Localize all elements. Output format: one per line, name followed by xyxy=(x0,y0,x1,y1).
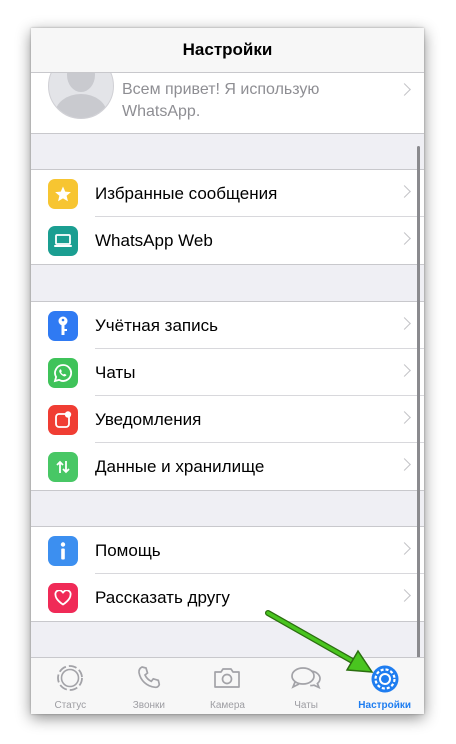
phone-icon xyxy=(138,666,161,689)
profile-row[interactable]: Всем привет! Я использую WhatsApp. xyxy=(31,73,424,134)
chevron-right-icon xyxy=(398,232,411,245)
info-icon xyxy=(48,536,78,566)
settings-item-label: Уведомления xyxy=(95,409,202,429)
tab-status[interactable]: Статус xyxy=(31,658,110,714)
tab-bar: Статус Звонки Камера Чаты Настройки xyxy=(31,657,424,714)
star-icon xyxy=(48,179,78,209)
tab-chats[interactable]: Чаты xyxy=(267,658,346,714)
settings-item-label: Помощь xyxy=(95,540,161,560)
tab-label: Настройки xyxy=(358,700,412,711)
settings-group-3: Помощь Рассказать другу xyxy=(31,526,424,622)
chevron-right-icon xyxy=(398,458,411,471)
heart-icon xyxy=(48,583,78,613)
settings-item-label: Рассказать другу xyxy=(95,587,230,607)
settings-item-tell-friend[interactable]: Рассказать другу xyxy=(31,574,424,621)
chevron-right-icon xyxy=(398,317,411,330)
settings-item-data-storage[interactable]: Данные и хранилище xyxy=(31,443,424,490)
chevron-right-icon xyxy=(398,589,411,602)
settings-item-label: Данные и хранилище xyxy=(95,456,265,476)
tab-label: Чаты xyxy=(294,700,318,711)
settings-item-whatsapp-web[interactable]: WhatsApp Web xyxy=(31,217,424,264)
whatsapp-icon xyxy=(48,358,78,388)
chevron-right-icon xyxy=(398,185,411,198)
camera-icon xyxy=(214,668,241,688)
chat-bubbles-icon xyxy=(291,667,321,690)
navigation-bar: Настройки xyxy=(31,28,424,73)
settings-item-starred-messages[interactable]: Избранные сообщения xyxy=(31,170,424,217)
tab-calls[interactable]: Звонки xyxy=(110,658,189,714)
settings-group-2: Учётная запись Чаты Уведомления Данные и xyxy=(31,301,424,491)
settings-item-chats[interactable]: Чаты xyxy=(31,349,424,396)
status-icon xyxy=(57,665,84,691)
laptop-icon xyxy=(48,226,78,256)
settings-group-1: Избранные сообщения WhatsApp Web xyxy=(31,169,424,265)
tab-camera[interactable]: Камера xyxy=(188,658,267,714)
data-transfer-icon xyxy=(48,452,78,482)
profile-status-text: Всем привет! Я использую WhatsApp. xyxy=(122,81,320,120)
tab-label: Статус xyxy=(54,700,87,711)
avatar xyxy=(48,73,114,119)
key-icon xyxy=(48,311,78,341)
chevron-right-icon xyxy=(398,364,411,377)
chevron-right-icon xyxy=(398,83,411,96)
settings-item-account[interactable]: Учётная запись xyxy=(31,302,424,349)
notification-icon xyxy=(48,405,78,435)
settings-item-label: WhatsApp Web xyxy=(95,230,213,250)
settings-item-help[interactable]: Помощь xyxy=(31,527,424,574)
chevron-right-icon xyxy=(398,542,411,555)
scrollbar[interactable] xyxy=(417,146,420,666)
phone-screen: Настройки Всем привет! Я использую Whats… xyxy=(31,28,424,714)
chevron-right-icon xyxy=(398,411,411,424)
settings-item-notifications[interactable]: Уведомления xyxy=(31,396,424,443)
settings-item-label: Избранные сообщения xyxy=(95,183,278,203)
tab-label: Камера xyxy=(210,700,245,711)
tab-settings[interactable]: Настройки xyxy=(345,658,424,714)
page-title: Настройки xyxy=(182,40,273,59)
settings-item-label: Учётная запись xyxy=(95,315,218,335)
tab-label: Звонки xyxy=(132,700,166,711)
settings-item-label: Чаты xyxy=(95,362,136,382)
gear-icon xyxy=(371,665,399,693)
